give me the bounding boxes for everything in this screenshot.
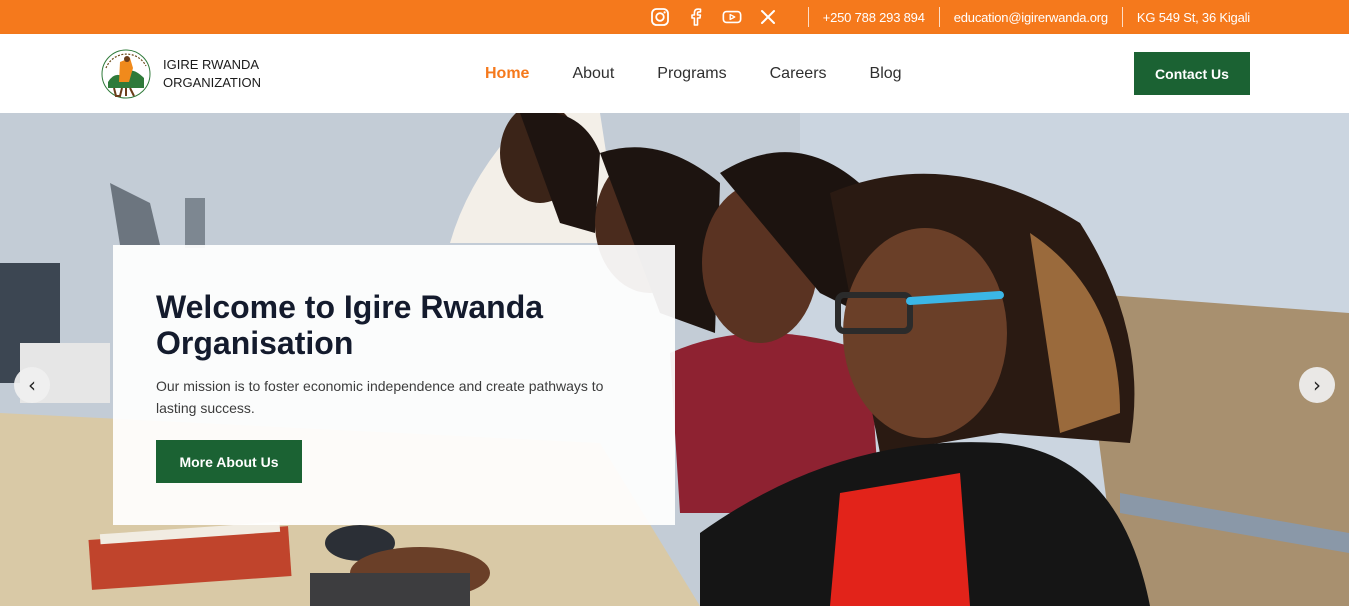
facebook-icon[interactable] — [686, 7, 706, 27]
more-about-us-button[interactable]: More About Us — [156, 440, 302, 483]
hero-title: Welcome to Igire Rwanda Organisation — [156, 289, 544, 361]
nav-programs[interactable]: Programs — [657, 65, 726, 83]
divider — [938, 7, 940, 27]
x-twitter-icon[interactable] — [758, 7, 778, 27]
phone-number[interactable]: +250 788 293 894 — [823, 10, 925, 25]
youtube-icon[interactable] — [722, 7, 742, 27]
social-links — [650, 7, 778, 27]
street-address: KG 549 St, 36 Kigali — [1136, 9, 1250, 25]
site-logo[interactable]: IGIRE RWANDA ORGANIZATION — [100, 48, 261, 100]
hero-card: Welcome to Igire Rwanda Organisation Our… — [113, 245, 675, 525]
hero-carousel: Welcome to Igire Rwanda Organisation Our… — [0, 113, 1349, 606]
logo-emblem-icon — [101, 49, 151, 99]
nav-blog[interactable]: Blog — [870, 65, 902, 83]
divider — [1121, 7, 1123, 27]
logo-line-2: ORGANIZATION — [163, 75, 261, 90]
main-nav: Home About Programs Careers Blog — [485, 34, 945, 113]
site-header: IGIRE RWANDA ORGANIZATION Home About Pro… — [0, 34, 1349, 113]
nav-about[interactable]: About — [572, 65, 614, 83]
nav-home[interactable]: Home — [485, 65, 529, 83]
hero-subtitle: Our mission is to foster economic indepe… — [156, 378, 604, 416]
logo-line-1: IGIRE RWANDA — [163, 57, 260, 72]
instagram-icon[interactable] — [650, 7, 670, 27]
chevron-left-icon: ‹ — [28, 373, 36, 397]
email-address[interactable]: education@igirerwanda.org — [954, 10, 1108, 25]
chevron-right-icon: › — [1313, 373, 1321, 397]
contact-us-button[interactable]: Contact Us — [1134, 52, 1250, 95]
divider — [807, 7, 809, 27]
nav-careers[interactable]: Careers — [770, 65, 827, 83]
top-bar: +250 788 293 894 education@igirerwanda.o… — [0, 0, 1349, 34]
carousel-prev-button[interactable]: ‹ — [14, 367, 50, 403]
carousel-next-button[interactable]: › — [1299, 367, 1335, 403]
